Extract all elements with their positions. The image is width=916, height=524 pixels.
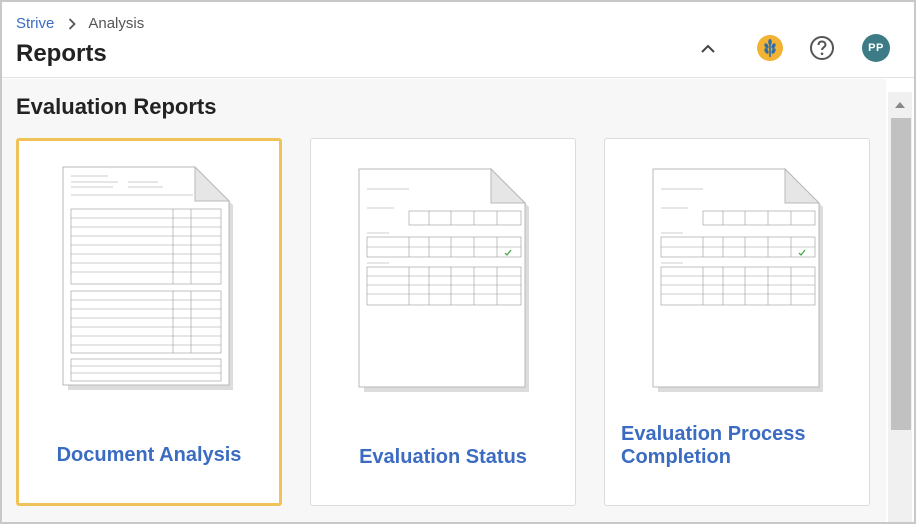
scroll-thumb[interactable] xyxy=(891,118,911,430)
reports-content: Evaluation Reports Document Analysis Eva… xyxy=(2,79,886,522)
report-card-document-analysis[interactable]: Document Analysis xyxy=(16,138,282,506)
help-icon xyxy=(810,36,834,60)
app-logo-button[interactable] xyxy=(754,32,786,64)
report-thumbnail-icon xyxy=(358,167,529,392)
report-card-evaluation-status[interactable]: Evaluation Status xyxy=(310,138,576,506)
breadcrumb: Strive Analysis xyxy=(16,15,144,32)
page-header: Strive Analysis Reports PP xyxy=(2,2,914,78)
vertical-scrollbar[interactable] xyxy=(888,92,912,522)
card-label: Evaluation Status xyxy=(359,446,527,468)
section-title: Evaluation Reports xyxy=(16,94,217,119)
card-label: Document Analysis xyxy=(56,444,242,466)
help-button[interactable] xyxy=(806,32,838,64)
wheat-logo-icon xyxy=(757,35,783,61)
chevron-up-icon xyxy=(701,44,715,53)
report-thumbnail-icon xyxy=(652,167,823,392)
app-frame: Strive Analysis Reports PP Evaluation Re… xyxy=(0,0,916,524)
report-card-evaluation-process-completion[interactable]: Evaluation Process Completion xyxy=(604,138,870,506)
collapse-header-button[interactable] xyxy=(692,32,724,64)
chevron-right-icon xyxy=(68,17,77,30)
report-thumbnail-icon xyxy=(62,165,233,390)
breadcrumb-root-link[interactable]: Strive xyxy=(16,15,54,32)
user-avatar[interactable]: PP xyxy=(862,34,890,62)
card-label: Evaluation Process Completion xyxy=(621,423,806,468)
breadcrumb-current: Analysis xyxy=(88,15,145,32)
page-title: Reports xyxy=(16,40,107,67)
triangle-up-icon xyxy=(895,101,905,108)
scroll-up-button[interactable] xyxy=(888,92,912,116)
